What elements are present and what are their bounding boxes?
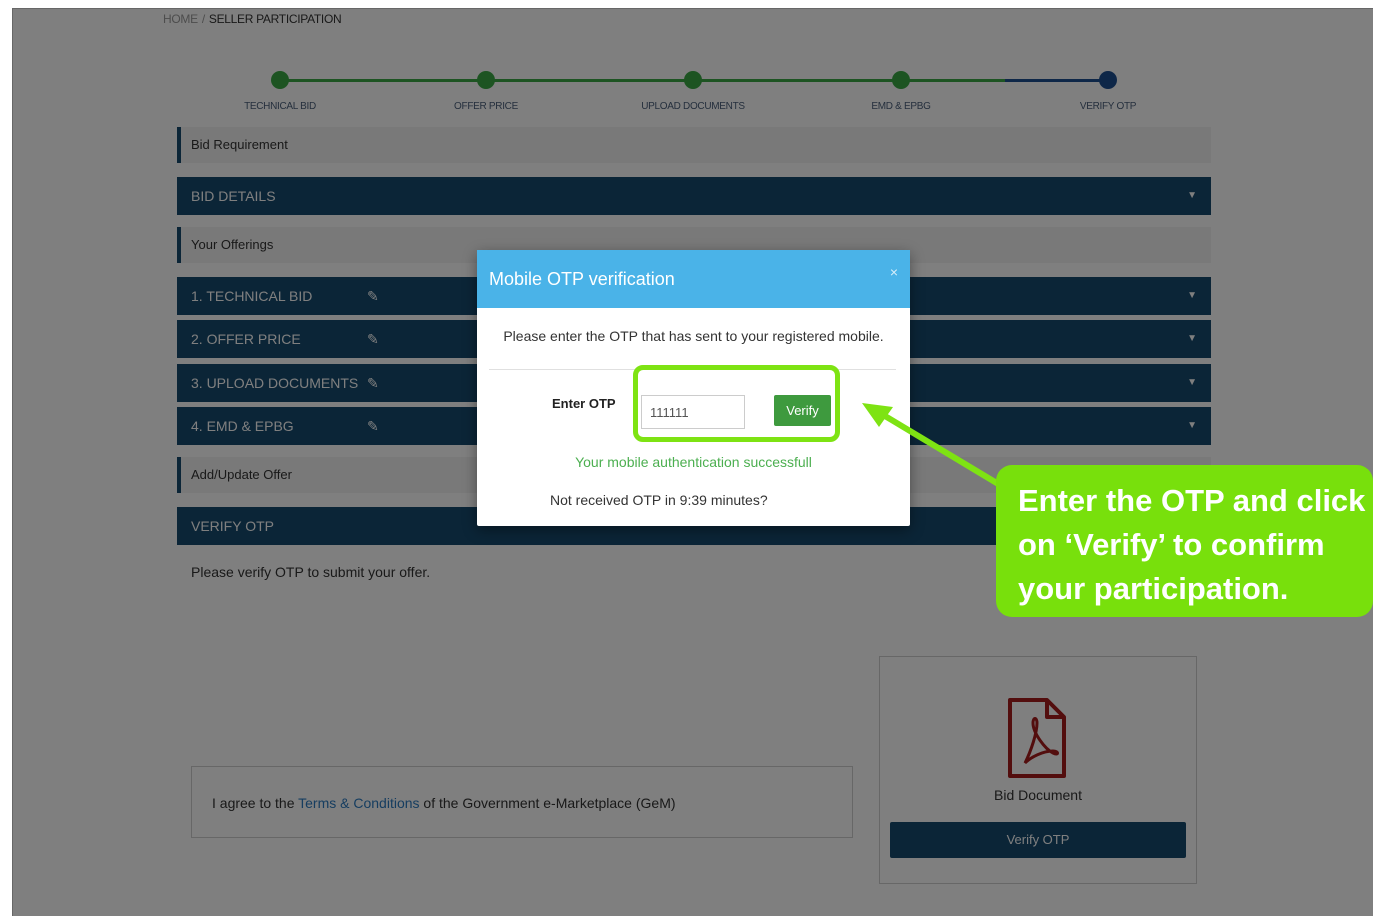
otp-highlight-box	[633, 365, 840, 442]
callout-line: your participation.	[1018, 571, 1289, 606]
otp-modal: Mobile OTP verification × Please enter t…	[477, 250, 910, 526]
modal-message: Please enter the OTP that has sent to yo…	[503, 328, 884, 344]
callout-line: Enter the OTP and click	[1018, 483, 1366, 518]
callout-line: on ‘Verify’ to confirm	[1018, 527, 1325, 562]
instruction-callout: Enter the OTP and click on ‘Verify’ to c…	[996, 465, 1373, 617]
success-message: Your mobile authentication successfull	[575, 454, 812, 470]
modal-header: Mobile OTP verification ×	[477, 250, 910, 308]
modal-title: Mobile OTP verification	[489, 269, 675, 289]
otp-label: Enter OTP	[552, 396, 616, 411]
close-icon[interactable]: ×	[890, 264, 898, 280]
resend-otp-text[interactable]: Not received OTP in 9:39 minutes?	[550, 492, 768, 508]
